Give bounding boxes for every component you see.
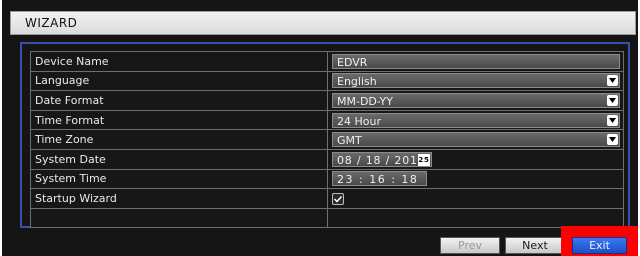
table-row: Date Format MM-DD-YY: [30, 90, 624, 111]
language-select[interactable]: English: [332, 73, 620, 89]
date-format-value: MM-DD-YY: [337, 94, 393, 108]
chevron-down-icon[interactable]: [607, 114, 618, 126]
startup-wizard-label: Startup Wizard: [30, 188, 328, 209]
chevron-down-icon[interactable]: [607, 134, 618, 146]
empty-cell: [327, 207, 624, 229]
table-row: Language English: [30, 70, 624, 92]
system-time-field[interactable]: 23 : 16 : 18: [332, 171, 427, 187]
settings-table: Device Name EDVR Language English Date F…: [30, 51, 624, 229]
checkmark-icon: [333, 195, 343, 203]
device-name-field[interactable]: EDVR: [332, 53, 620, 69]
time-format-label: Time Format: [30, 109, 328, 131]
exit-button[interactable]: Exit: [572, 237, 627, 254]
settings-panel: Device Name EDVR Language English Date F…: [20, 42, 630, 229]
date-format-select[interactable]: MM-DD-YY: [332, 92, 620, 108]
wizard-window: WIZARD Device Name EDVR Language English: [2, 0, 638, 256]
chevron-down-icon[interactable]: [607, 75, 618, 87]
next-button[interactable]: Next: [505, 237, 565, 254]
system-date-label: System Date: [30, 148, 328, 170]
time-format-select[interactable]: 24 Hour: [332, 112, 620, 128]
system-date-field[interactable]: 08 / 18 / 2015 25: [332, 151, 432, 167]
time-zone-select[interactable]: GMT: [332, 132, 620, 148]
prev-button[interactable]: Prev: [440, 237, 500, 254]
table-row: [30, 207, 624, 229]
table-row: Device Name EDVR: [30, 51, 624, 72]
empty-cell: [30, 207, 328, 229]
language-value: English: [337, 75, 377, 89]
chevron-down-icon[interactable]: [607, 94, 618, 106]
language-label: Language: [30, 70, 328, 92]
window-title: WIZARD: [25, 16, 78, 30]
time-format-value: 24 Hour: [337, 114, 381, 128]
calendar-icon[interactable]: 25: [418, 153, 430, 166]
table-row: System Date 08 / 18 / 2015 25: [30, 148, 624, 170]
startup-wizard-checkbox[interactable]: [332, 192, 344, 205]
table-row: Time Format 24 Hour: [30, 109, 624, 131]
table-row: Time Zone GMT: [30, 129, 624, 150]
table-row: Startup Wizard: [30, 188, 624, 209]
date-format-label: Date Format: [30, 90, 328, 111]
device-name-label: Device Name: [30, 51, 328, 72]
system-date-value: 08 / 18 / 2015: [337, 153, 426, 167]
system-time-label: System Time: [30, 168, 328, 190]
title-bar: WIZARD: [10, 11, 636, 35]
time-zone-value: GMT: [337, 134, 362, 148]
time-zone-label: Time Zone: [30, 129, 328, 150]
table-row: System Time 23 : 16 : 18: [30, 168, 624, 190]
